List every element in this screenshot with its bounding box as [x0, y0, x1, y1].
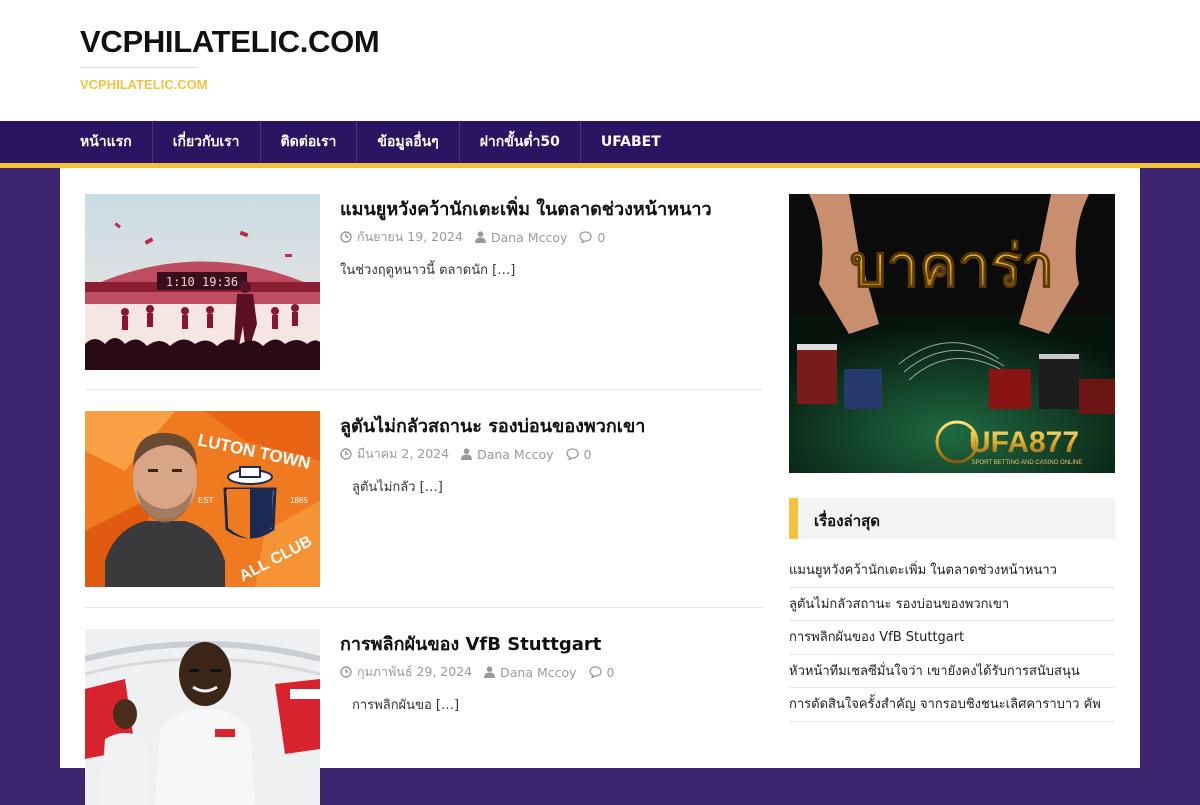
site-title[interactable]: VCPHILATELIC.COM — [80, 24, 380, 60]
post-comments[interactable]: 0 — [588, 664, 615, 680]
ad-brand: UFA877 — [969, 426, 1079, 459]
nav-item-min-deposit[interactable]: ฝากขั้นต่ำ50 — [460, 121, 581, 163]
nav-item-about[interactable]: เกี่ยวกับเรา — [153, 121, 261, 163]
comment-icon — [565, 448, 579, 460]
post-comments[interactable]: 0 — [579, 230, 605, 245]
post-author-text: Dana Mccoy — [490, 229, 568, 245]
sidebar-ad-banner[interactable]: บาคาร่า UFA877 SPORT BETTING AND CASINO … — [789, 194, 1115, 473]
user-icon — [474, 231, 486, 243]
post-title[interactable]: แมนยูหวังคว้านักเตะเพิ่ม ในตลาดช่วงหน้าห… — [340, 194, 770, 223]
post-date[interactable]: มีนาคม 2, 2024 — [340, 444, 449, 464]
nav-item-ufabet[interactable]: UFABET — [581, 121, 681, 163]
nav-item-contact[interactable]: ติดต่อเรา — [261, 121, 358, 163]
user-icon — [484, 666, 496, 678]
main-nav: หน้าแรก เกี่ยวกับเรา ติดต่อเรา ข้อมูลอื่… — [0, 121, 1200, 163]
post-comments-count: 0 — [606, 664, 615, 680]
scoreboard-text: 1:10 19:36 — [166, 275, 238, 289]
post-title[interactable]: ลูตันไม่กลัวสถานะ รองบ่อนของพวกเขา — [340, 411, 770, 440]
post-meta: กุมภาพันธ์ 29, 2024 Dana Mccoy 0 — [340, 662, 627, 682]
post-date[interactable]: กุมภาพันธ์ 29, 2024 — [340, 662, 472, 682]
post-excerpt: ในช่วงฤดูหนาวนี้ ตลาดนัก […] — [340, 263, 516, 278]
ad-headline: บาคาร่า — [850, 232, 1054, 300]
recent-posts-list: แมนยูหวังคว้านักเตะเพิ่ม ในตลาดช่วงหน้าห… — [789, 554, 1115, 722]
post-divider — [85, 389, 763, 390]
user-icon — [461, 448, 473, 460]
comment-icon — [579, 231, 593, 243]
post-author[interactable]: Dana Mccoy — [474, 229, 568, 245]
nav-item-home[interactable]: หน้าแรก — [60, 121, 153, 163]
clock-icon — [340, 448, 352, 460]
post-date-text: มีนาคม 2, 2024 — [357, 446, 450, 461]
post-author-text: Dana Mccoy — [477, 446, 554, 462]
post-date-text: กันยายน 19, 2024 — [357, 229, 463, 244]
title-divider — [80, 67, 198, 68]
post-author[interactable]: Dana Mccoy — [484, 664, 577, 680]
ad-slogan: SPORT BETTING AND CASINO ONLINE — [972, 460, 1083, 466]
recent-post-link[interactable]: หัวหน้าทีมเชลซีมั่นใจว่า เขายังคงได้รับก… — [789, 655, 1115, 688]
post-thumbnail[interactable]: 1:10 19:36 — [85, 194, 320, 370]
recent-post-link[interactable]: การตัดสินใจครั้งสำคัญ จากรอบชิงชนะเลิศคา… — [789, 688, 1115, 722]
post-excerpt: ลูตันไม่กลัว […] — [352, 480, 443, 495]
clock-icon — [340, 231, 352, 243]
recent-post-link[interactable]: การพลิกผันของ VfB Stuttgart — [789, 621, 1115, 655]
nav-item-other-info[interactable]: ข้อมูลอื่นๆ — [357, 121, 460, 163]
content-container: 1:10 19:36 แมนยูหวังคว้านักเตะเพิ่ม ในตล… — [60, 168, 1140, 805]
recent-posts-header: เรื่องล่าสุด — [789, 498, 1115, 539]
post-meta: กันยายน 19, 2024 Dana Mccoy 0 — [340, 227, 617, 247]
post-meta: มีนาคม 2, 2024 Dana Mccoy 0 — [340, 444, 603, 464]
recent-posts-title: เรื่องล่าสุด — [814, 512, 881, 530]
post-author[interactable]: Dana Mccoy — [461, 446, 554, 462]
post-title[interactable]: การพลิกผันของ VfB Stuttgart — [340, 629, 770, 658]
post-comments-count: 0 — [583, 446, 592, 462]
post-date-text: กุมภาพันธ์ 29, 2024 — [357, 664, 473, 679]
club-est: EST — [198, 496, 214, 505]
post-author-text: Dana Mccoy — [500, 664, 577, 680]
site-tagline: VCPHILATELIC.COM — [80, 77, 208, 92]
post-excerpt: การพลิกผันขอ […] — [352, 698, 460, 713]
post-thumbnail[interactable] — [85, 629, 320, 805]
recent-post-link[interactable]: ลูตันไม่กลัวสถานะ รองบ่อนของพวกเขา — [789, 588, 1115, 621]
post-divider — [85, 607, 763, 608]
post-date[interactable]: กันยายน 19, 2024 — [340, 227, 463, 247]
post-thumbnail[interactable]: LUTON TOWN ALL CLUB EST 1885 — [85, 411, 320, 587]
club-year: 1885 — [290, 496, 308, 505]
post-comments-count: 0 — [597, 229, 606, 245]
recent-post-link[interactable]: แมนยูหวังคว้านักเตะเพิ่ม ในตลาดช่วงหน้าห… — [789, 554, 1115, 588]
clock-icon — [340, 666, 352, 678]
comment-icon — [588, 666, 602, 678]
site-header: VCPHILATELIC.COM VCPHILATELIC.COM — [0, 0, 1200, 121]
post-comments[interactable]: 0 — [565, 446, 592, 462]
